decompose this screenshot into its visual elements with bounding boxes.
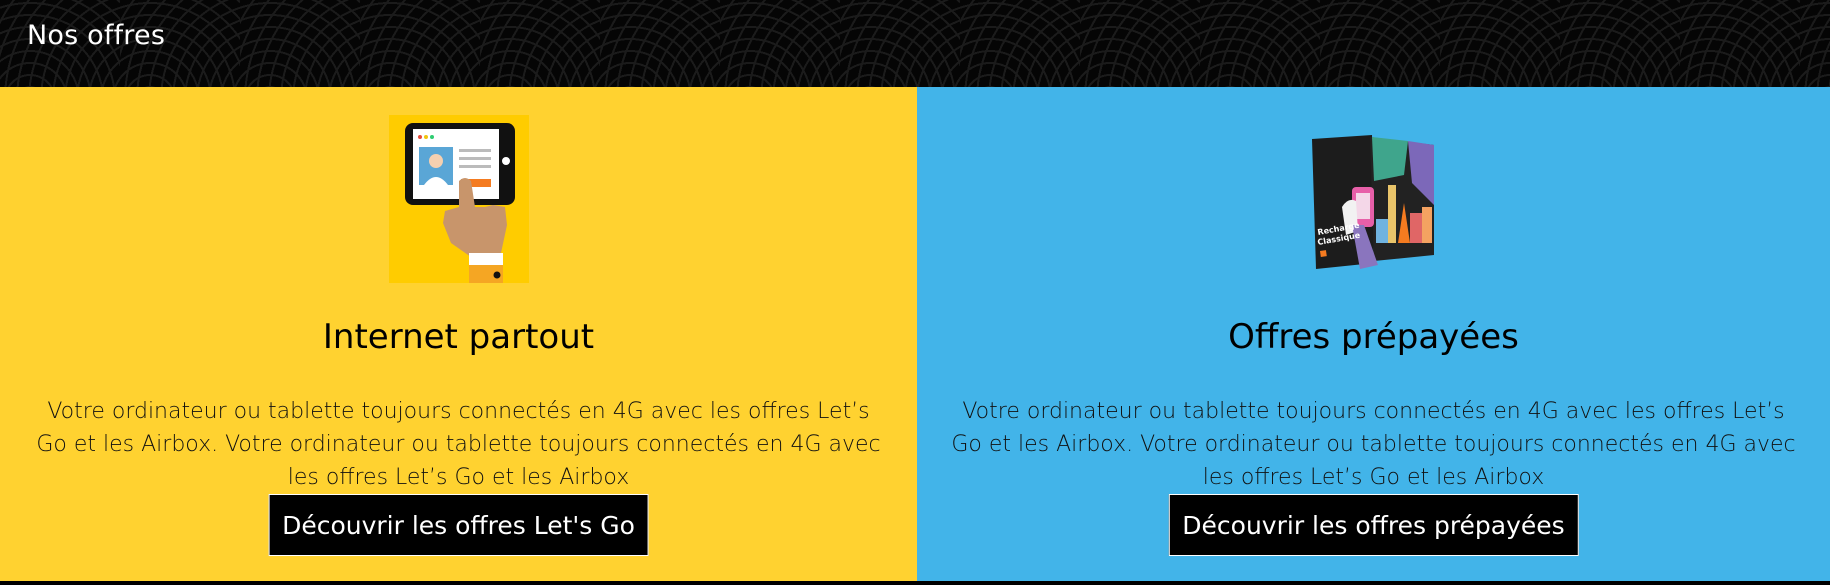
page-title: Nos offres [27, 20, 166, 51]
offer-description: Votre ordinateur ou tablette toujours co… [36, 399, 881, 490]
page-header: Nos offres [0, 0, 1830, 87]
discover-prepaid-offers-button[interactable]: Découvrir les offres prépayées [1168, 494, 1579, 556]
divider [917, 581, 1830, 583]
tablet-touch-icon [388, 115, 529, 283]
divider [0, 581, 917, 583]
prepaid-card-icon: Recharge Classique [1304, 115, 1444, 283]
offers-panels: Internet partout Votre ordinateur ou tab… [0, 87, 1830, 583]
offer-panel-internet: Internet partout Votre ordinateur ou tab… [0, 87, 917, 583]
discover-lets-go-button[interactable]: Découvrir les offres Let's Go [268, 494, 649, 556]
offer-description: Votre ordinateur ou tablette toujours co… [951, 399, 1796, 490]
offer-title: Offres prépayées [1228, 317, 1519, 357]
offer-title: Internet partout [322, 317, 595, 357]
offer-panel-prepaid: Recharge Classique Offres prépayées Votr… [917, 87, 1830, 583]
